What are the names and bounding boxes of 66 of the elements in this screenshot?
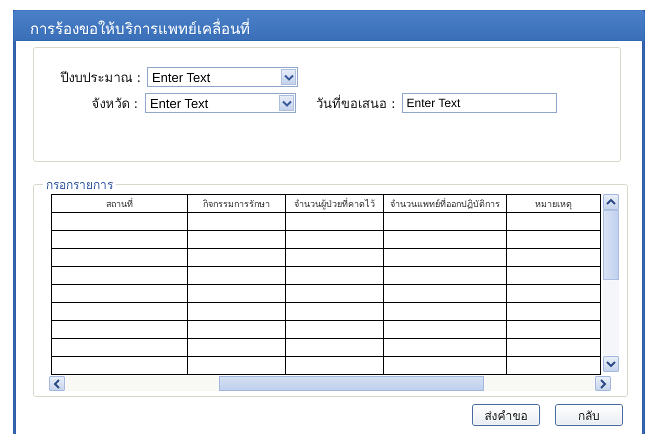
table-cell[interactable] [384, 266, 506, 284]
back-button[interactable]: กลับ [555, 404, 623, 426]
table-cell[interactable] [384, 356, 506, 374]
table-cell[interactable] [286, 302, 384, 320]
column-header: กิจกรรมการรักษา [188, 194, 286, 212]
table-cell[interactable] [286, 266, 384, 284]
table-cell[interactable] [52, 356, 188, 374]
column-header: จำนวนแพทย์ที่ออกปฏิบัติการ [384, 194, 506, 212]
field-label: จังหวัด : [90, 96, 138, 114]
table-cell[interactable] [52, 212, 188, 230]
table-cell[interactable] [188, 302, 286, 320]
section-title: กรอกรายการ [45, 177, 114, 194]
table-cell[interactable] [188, 284, 286, 302]
field-label: ปีงบประมาณ : [59, 70, 141, 88]
table-cell[interactable] [384, 338, 506, 356]
table-cell[interactable] [52, 284, 188, 302]
window-title: การร้องขอให้บริการแพทย์เคลื่อนที่ [30, 20, 250, 38]
table-cell[interactable] [52, 302, 188, 320]
scroll-left-icon[interactable] [49, 376, 65, 391]
table-cell[interactable] [506, 230, 600, 248]
table-cell[interactable] [286, 320, 384, 338]
table-cell[interactable] [506, 266, 600, 284]
table-cell[interactable] [506, 302, 600, 320]
table-cell[interactable] [506, 248, 600, 266]
table-cell[interactable] [384, 230, 506, 248]
table-cell[interactable] [286, 230, 384, 248]
table-cell[interactable] [384, 284, 506, 302]
column-header: จำนวนผู้ป่วยที่คาดไว้ [286, 194, 384, 212]
table-cell[interactable] [188, 248, 286, 266]
table-cell[interactable] [286, 248, 384, 266]
dropdown[interactable]: Enter Text [147, 67, 298, 87]
horizontal-scrollbar[interactable] [49, 376, 611, 391]
table-cell[interactable] [384, 212, 506, 230]
table-cell[interactable] [52, 338, 188, 356]
table-cell[interactable] [506, 320, 600, 338]
table-cell[interactable] [188, 266, 286, 284]
table-cell[interactable] [52, 248, 188, 266]
table-cell[interactable] [188, 230, 286, 248]
scroll-down-icon[interactable] [603, 356, 619, 372]
table-cell[interactable] [506, 338, 600, 356]
scroll-right-icon[interactable] [595, 376, 611, 391]
table-cell[interactable] [384, 248, 506, 266]
table-cell[interactable] [506, 284, 600, 302]
table-cell[interactable] [52, 266, 188, 284]
table-cell[interactable] [384, 320, 506, 338]
table-cell[interactable] [506, 212, 600, 230]
table-cell[interactable] [286, 356, 384, 374]
dropdown[interactable]: Enter Text [145, 93, 296, 113]
submit-button[interactable]: ส่งคำขอ [472, 404, 540, 426]
table-cell[interactable] [286, 212, 384, 230]
table-cell[interactable] [188, 356, 286, 374]
table-cell[interactable] [188, 212, 286, 230]
scroll-up-icon[interactable] [603, 194, 619, 210]
table-cell[interactable] [286, 338, 384, 356]
table-cell[interactable] [52, 320, 188, 338]
table-cell[interactable] [188, 320, 286, 338]
column-header: สถานที่ [52, 194, 188, 212]
field-label: วันที่ขอเสนอ : [316, 94, 396, 114]
input-field[interactable]: Enter Text [402, 93, 557, 113]
table-cell[interactable] [506, 356, 600, 374]
column-header: หมายเหตุ [506, 194, 600, 212]
table-cell[interactable] [188, 338, 286, 356]
table-cell[interactable] [52, 230, 188, 248]
table-cell[interactable] [384, 302, 506, 320]
table-cell[interactable] [286, 284, 384, 302]
vertical-scrollbar[interactable] [603, 194, 619, 372]
